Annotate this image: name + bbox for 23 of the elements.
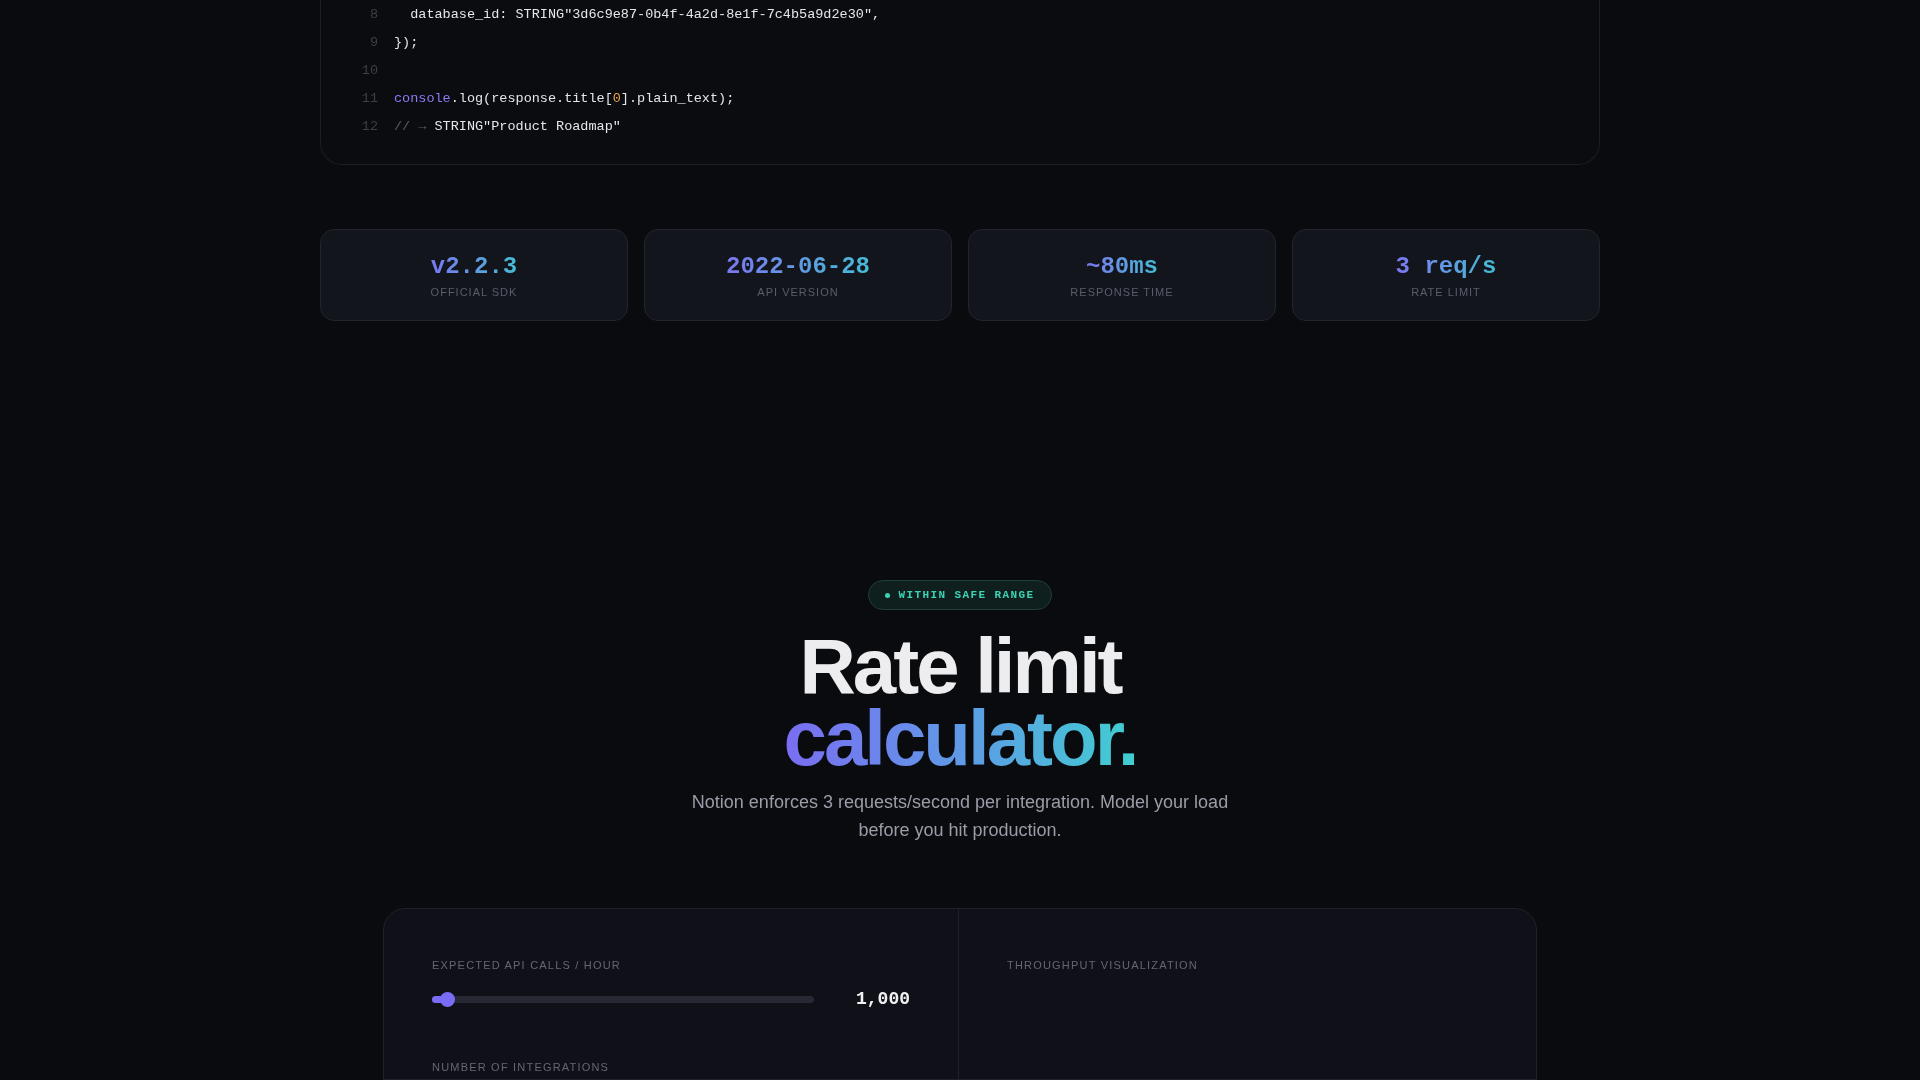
field-label: EXPECTED API CALLS / HOUR (432, 959, 622, 971)
page-heading: Rate limit (799, 630, 1121, 702)
stat-label: API VERSION (757, 285, 839, 298)
stat-label: OFFICIAL SDK (430, 285, 518, 298)
line-number: 10 (360, 62, 378, 78)
stat-label: RATE LIMIT (1411, 285, 1481, 298)
status-dot-icon (885, 592, 891, 598)
badge-label: WITHIN SAFE RANGE (898, 589, 1035, 601)
slider-thumb[interactable] (440, 991, 456, 1007)
stat-label: RESPONSE TIME (1070, 285, 1174, 298)
line-number: 12 (360, 118, 378, 134)
slider-value: 1,000 (856, 989, 910, 1009)
code-line: database_id: STRING"3d6c9e87-0b4f-4a2d-8e1f-7c4b5a9d2e30", (409, 6, 881, 22)
stat-value: 3 req/s (1395, 252, 1497, 280)
code-line: console.log(response.title[0].plain_text); (394, 90, 735, 106)
line-number: 11 (360, 90, 378, 106)
code-line: // → STRING"Product Roadmap" (394, 118, 621, 134)
subtitle-text: Notion enforces 3 requests/second per integration. Model your load before you hit production. (690, 791, 1230, 842)
field-label: NUMBER OF INTEGRATIONS (432, 1061, 611, 1073)
code-line: }); (394, 34, 419, 50)
line-number: 9 (368, 34, 378, 50)
line-number: 8 (368, 6, 378, 22)
panel-label: THROUGHPUT VISUALIZATION (1007, 959, 1199, 971)
